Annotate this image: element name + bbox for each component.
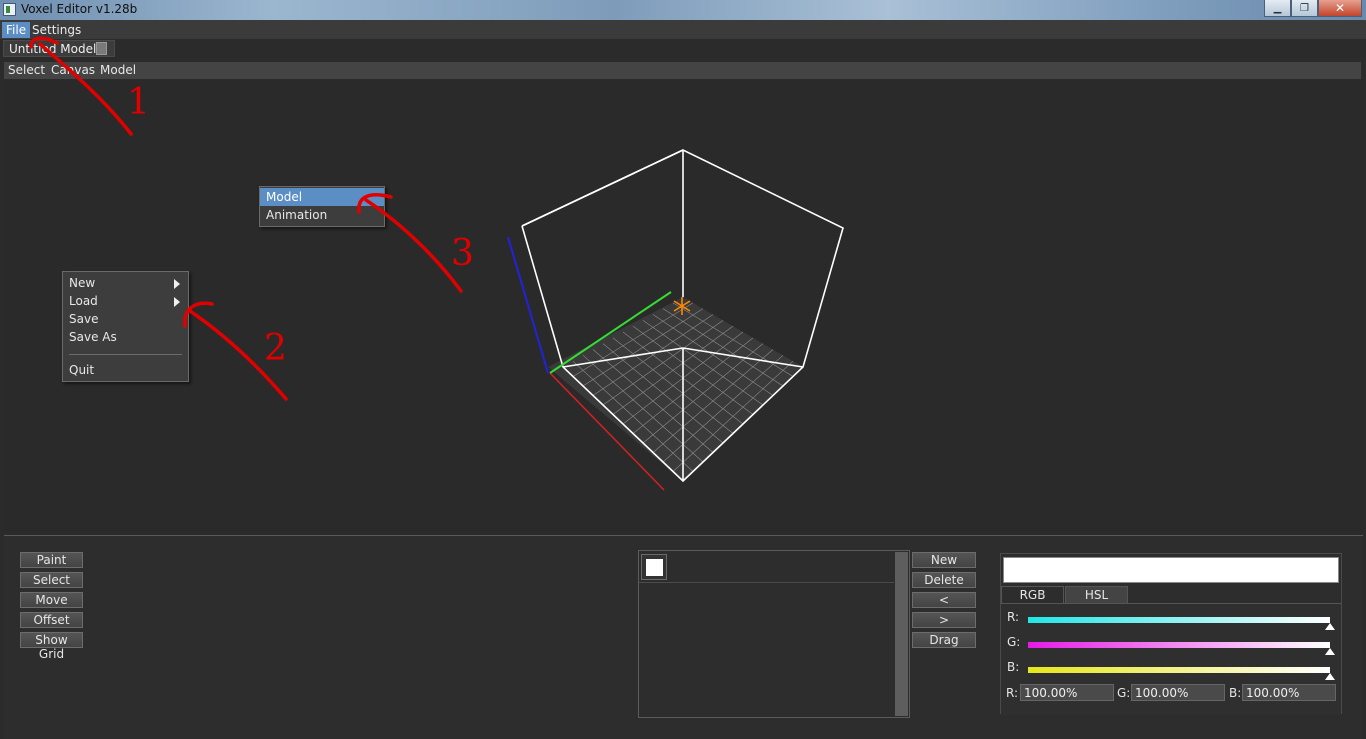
document-tab-bar: Untitled Model (0, 39, 1366, 59)
previous-frame-button[interactable]: < (912, 592, 976, 608)
paint-tool-button[interactable]: Paint (20, 552, 83, 568)
voxel-app-icon[interactable] (3, 3, 16, 16)
voxel-canvas[interactable] (3, 80, 1363, 532)
red-slider-label: R: (1007, 610, 1020, 624)
red-value-label: R: (1006, 686, 1019, 700)
frame-list[interactable] (638, 550, 910, 718)
delete-frame-button[interactable]: Delete (912, 572, 976, 588)
frame-thumbnail[interactable] (641, 554, 667, 580)
axis-y-blue (507, 236, 549, 374)
tab-hsl[interactable]: HSL (1065, 586, 1128, 603)
green-value-input[interactable]: 100.00% (1131, 684, 1225, 701)
close-icon: ✕ (1334, 1, 1346, 15)
frame-divider (639, 582, 894, 583)
file-menu-quit[interactable]: Quit (63, 361, 188, 379)
red-value-input[interactable]: 100.00% (1020, 684, 1114, 701)
3d-viewport[interactable] (3, 80, 1363, 532)
maximize-button[interactable]: ❐ (1291, 0, 1318, 17)
file-menu-load[interactable]: Load (63, 292, 188, 310)
select-tool-button[interactable]: Select (20, 572, 83, 588)
minimize-icon: ▁ (1273, 2, 1282, 14)
file-menu-save[interactable]: Save (63, 310, 188, 328)
window-controls: ▁ ❐ ✕ (1264, 0, 1362, 18)
title-bar: Voxel Editor v1.28b ▁ ❐ ✕ (0, 0, 1366, 20)
drag-frame-button[interactable]: Drag (912, 632, 976, 648)
tool-menu-bar: Select Canvas Model (4, 62, 1361, 79)
red-slider[interactable] (1028, 617, 1330, 623)
new-frame-button[interactable]: New (912, 552, 976, 568)
window-title: Voxel Editor v1.28b (21, 2, 138, 16)
blue-value-input[interactable]: 100.00% (1242, 684, 1336, 701)
menu-separator (69, 354, 182, 355)
load-submenu-animation[interactable]: Animation (260, 206, 384, 224)
document-tab-close-button[interactable] (96, 42, 107, 55)
show-grid-button[interactable]: Show Grid (20, 632, 83, 661)
green-slider[interactable] (1028, 642, 1330, 648)
offset-tool-button[interactable]: Offset (20, 612, 83, 628)
menu-file[interactable]: File (2, 22, 31, 38)
green-slider-handle[interactable] (1325, 648, 1335, 655)
chevron-right-icon (174, 279, 180, 289)
load-submenu-model[interactable]: Model (260, 188, 384, 206)
maximize-icon: ❐ (1300, 2, 1309, 14)
file-menu-save-as[interactable]: Save As (63, 328, 188, 346)
blue-slider-handle[interactable] (1325, 673, 1335, 680)
tool-menu-canvas[interactable]: Canvas (51, 63, 95, 78)
document-tab[interactable]: Untitled Model (3, 40, 115, 57)
tool-menu-model[interactable]: Model (100, 63, 136, 78)
next-frame-button[interactable]: > (912, 612, 976, 628)
close-button[interactable]: ✕ (1318, 0, 1362, 17)
move-tool-button[interactable]: Move (20, 592, 83, 608)
load-submenu: Model Animation (259, 186, 385, 227)
file-menu-load-label: Load (69, 294, 98, 308)
tool-menu-select[interactable]: Select (8, 63, 45, 78)
blue-value-label: B: (1229, 686, 1242, 700)
file-menu-new[interactable]: New (63, 274, 188, 292)
tab-rgb[interactable]: RGB (1001, 586, 1064, 603)
file-menu: New Load Save Save As Quit (62, 271, 189, 382)
menu-settings[interactable]: Settings (28, 22, 85, 38)
red-slider-handle[interactable] (1325, 623, 1335, 630)
green-slider-label: G: (1007, 635, 1021, 649)
menu-bar: File Settings (0, 20, 1366, 39)
blue-slider-label: B: (1007, 660, 1020, 674)
minimize-button[interactable]: ▁ (1264, 0, 1291, 17)
current-color-swatch (1003, 557, 1339, 583)
frame-list-scrollbar[interactable] (895, 552, 908, 716)
file-menu-new-label: New (69, 276, 96, 290)
blue-slider[interactable] (1028, 667, 1330, 673)
chevron-right-icon (174, 297, 180, 307)
document-tab-label: Untitled Model (9, 42, 97, 56)
green-value-label: G: (1117, 686, 1131, 700)
